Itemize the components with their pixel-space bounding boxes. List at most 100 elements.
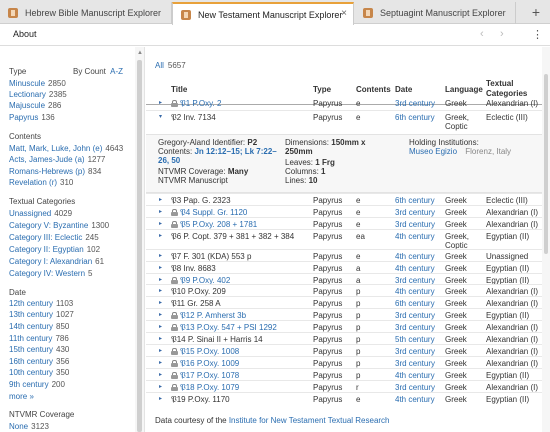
table-row[interactable]: ▸ 𝔓10 P.Oxy. 209 Papyrus p 4th century Greek A… bbox=[146, 284, 542, 296]
facet-type-lectionary[interactable]: Lectionary 2385 bbox=[9, 90, 67, 99]
sort-a-z[interactable]: A-Z bbox=[110, 67, 123, 76]
date-cell[interactable]: 4th century bbox=[395, 252, 435, 261]
manuscript-title[interactable]: 𝔓2 Inv. 7134 bbox=[171, 113, 216, 123]
facet-date-10th[interactable]: 10th century 350 bbox=[9, 368, 69, 377]
table-row[interactable]: ▸ 𝔓13 P.Oxy. 547 + PSI 1292 Papyrus p 3rd ce… bbox=[146, 320, 542, 332]
date-cell[interactable]: 3rd century bbox=[395, 208, 435, 217]
all-link[interactable]: All bbox=[155, 61, 164, 70]
expand-icon[interactable]: ▸ bbox=[159, 335, 162, 342]
facet-category-eclectic[interactable]: Category III: Eclectic 245 bbox=[9, 233, 99, 242]
expand-icon[interactable]: ▸ bbox=[159, 287, 162, 294]
expand-icon[interactable]: ▸ bbox=[159, 323, 162, 330]
date-cell[interactable]: 4th century bbox=[395, 371, 435, 380]
col-title[interactable]: Title bbox=[171, 85, 187, 94]
table-row[interactable]: ▸ 𝔓9 P.Oxy. 402 Papyrus a 3rd century Greek Eg… bbox=[146, 272, 542, 285]
date-cell[interactable]: 3rd century bbox=[395, 359, 435, 368]
facet-category-western[interactable]: Category IV: Western 5 bbox=[9, 269, 92, 278]
more-options-icon[interactable]: ⋮ bbox=[532, 28, 543, 41]
facet-type-majuscule[interactable]: Majuscule 286 bbox=[9, 101, 61, 110]
facet-coverage-none[interactable]: None 3123 bbox=[9, 422, 49, 431]
date-cell[interactable]: 4th century bbox=[395, 287, 435, 296]
facet-date-14th[interactable]: 14th century 850 bbox=[9, 322, 69, 331]
expand-icon[interactable]: ▸ bbox=[159, 299, 162, 306]
date-cell[interactable]: 3rd century bbox=[395, 220, 435, 229]
museum-link[interactable]: Museo Egizio bbox=[409, 147, 457, 156]
all-filter[interactable]: All 5657 bbox=[155, 61, 186, 70]
table-row[interactable]: ▸ 𝔓6 P. Copt. 379 + 381 + 382 + 384 Papyru… bbox=[146, 228, 542, 250]
forward-icon[interactable]: › bbox=[500, 28, 504, 40]
table-row[interactable]: ▸ 𝔓5 P.Oxy. 208 + 1781 Papyrus e 3rd century… bbox=[146, 216, 542, 229]
expand-icon[interactable]: ▸ bbox=[159, 264, 162, 271]
manuscript-title[interactable]: 𝔓19 P.Oxy. 1170 bbox=[171, 395, 230, 405]
col-date[interactable]: Date bbox=[395, 85, 412, 94]
facet-date-15th[interactable]: 15th century 430 bbox=[9, 345, 69, 354]
table-row[interactable]: ▸ 𝔓19 P.Oxy. 1170 Papyrus e 4th century Greek… bbox=[146, 391, 542, 405]
expand-icon[interactable]: ▸ bbox=[159, 311, 162, 318]
expand-icon[interactable]: ▸ bbox=[159, 208, 162, 215]
table-row[interactable]: ▸ 𝔓1 P.Oxy. 2 Papyrus e 3rd century Gree… bbox=[146, 97, 542, 110]
table-row[interactable]: ▸ 𝔓12 P. Amherst 3b Papyrus p 3rd century Gre… bbox=[146, 308, 542, 320]
facet-category-alexandrian[interactable]: Category I: Alexandrian 61 bbox=[9, 257, 104, 266]
facet-date-11th[interactable]: 11th century 786 bbox=[9, 334, 69, 343]
facet-date-9th[interactable]: 9th century 200 bbox=[9, 380, 65, 389]
back-icon[interactable]: ‹ bbox=[480, 28, 484, 40]
expand-icon[interactable]: ▸ bbox=[159, 276, 162, 283]
close-icon[interactable]: × bbox=[341, 8, 347, 19]
facet-type-minuscule[interactable]: Minuscule 2850 bbox=[9, 79, 66, 88]
date-cell[interactable]: 3rd century bbox=[395, 323, 435, 332]
date-cell[interactable]: 3rd century bbox=[395, 276, 435, 285]
tab-new-testament[interactable]: New Testament Manuscript Explorer × bbox=[172, 2, 354, 25]
table-row[interactable]: ▸ 𝔓15 P.Oxy. 1008 Papyrus p 3rd century Greek… bbox=[146, 343, 542, 356]
more-dates-link[interactable]: more » bbox=[9, 392, 34, 401]
col-textual-categories[interactable]: Textual Categories bbox=[486, 79, 540, 99]
facet-contents-acts[interactable]: Acts, James-Jude (a) 1277 bbox=[9, 155, 105, 164]
table-row[interactable]: ▸ 𝔓4 Suppl. Gr. 1120 Papyrus e 3rd century Gr… bbox=[146, 204, 542, 217]
table-row[interactable]: ▸ 𝔓14 P. Sinai II + Harris 14 Papyrus p 5th … bbox=[146, 332, 542, 344]
about-menu[interactable]: About bbox=[13, 29, 37, 39]
facet-category-unassigned[interactable]: Unassigned 4029 bbox=[9, 209, 72, 218]
date-cell[interactable]: 6th century bbox=[395, 196, 435, 205]
facet-category-egyptian[interactable]: Category II: Egyptian 102 bbox=[9, 245, 100, 254]
date-cell[interactable]: 4th century bbox=[395, 264, 435, 273]
expand-icon[interactable]: ▸ bbox=[159, 252, 162, 259]
facet-contents-romans[interactable]: Romans-Hebrews (p) 834 bbox=[9, 167, 101, 176]
col-type[interactable]: Type bbox=[313, 85, 331, 94]
date-cell[interactable]: 4th century bbox=[395, 395, 435, 404]
date-cell[interactable]: 6th century bbox=[395, 299, 435, 308]
facet-contents-gospels[interactable]: Matt, Mark, Luke, John (e) 4643 bbox=[9, 144, 123, 153]
table-row[interactable]: ▸ 𝔓16 P.Oxy. 1009 Papyrus p 3rd century Greek… bbox=[146, 355, 542, 368]
sidebar-scrollbar[interactable]: ▲ bbox=[135, 47, 144, 432]
expand-icon[interactable]: ▸ bbox=[159, 232, 162, 239]
date-cell[interactable]: 3rd century bbox=[395, 347, 435, 356]
tab-septuagint[interactable]: Septuagint Manuscript Explorer bbox=[355, 2, 516, 24]
expand-icon[interactable]: ▸ bbox=[159, 220, 162, 227]
expand-icon[interactable]: ▸ bbox=[159, 371, 162, 378]
expand-icon[interactable]: ▸ bbox=[159, 99, 162, 106]
scroll-up-icon[interactable]: ▲ bbox=[137, 50, 143, 56]
table-row[interactable]: ▸ 𝔓7 F. 301 (KDA) 553 p Papyrus e 4th centur… bbox=[146, 248, 542, 261]
date-cell[interactable]: 3rd century bbox=[395, 383, 435, 392]
facet-date-12th[interactable]: 12th century 1103 bbox=[9, 299, 73, 308]
tab-hebrew-bible[interactable]: Hebrew Bible Manuscript Explorer bbox=[0, 2, 172, 24]
date-cell[interactable]: 3rd century bbox=[395, 311, 435, 320]
scrollbar-thumb[interactable] bbox=[544, 74, 548, 254]
facet-contents-revelation[interactable]: Revelation (r) 310 bbox=[9, 178, 73, 187]
table-row[interactable]: ▸ 𝔓18 P.Oxy. 1079 Papyrus r 3rd century Greek… bbox=[146, 379, 542, 392]
results-scrollbar[interactable] bbox=[542, 47, 550, 432]
table-row[interactable]: ▸ 𝔓3 Pap. G. 2323 Papyrus e 6th century Greek… bbox=[146, 193, 542, 205]
manuscript-title[interactable]: 𝔓1 P.Oxy. 2 bbox=[171, 99, 221, 109]
date-cell[interactable]: 5th century bbox=[395, 335, 435, 344]
expand-icon[interactable]: ▸ bbox=[159, 395, 162, 402]
table-row[interactable]: ▸ 𝔓17 P.Oxy. 1078 Papyrus p 4th century Greek… bbox=[146, 367, 542, 380]
facet-type-papyrus[interactable]: Papyrus 136 bbox=[9, 113, 55, 122]
date-cell[interactable]: 4th century bbox=[395, 232, 435, 241]
col-language[interactable]: Language bbox=[445, 85, 483, 94]
expand-icon[interactable]: ▸ bbox=[159, 196, 162, 203]
date-cell[interactable]: 3rd century bbox=[395, 99, 435, 108]
facet-date-13th[interactable]: 13th century 1027 bbox=[9, 310, 74, 319]
manuscript-title[interactable]: 𝔓6 P. Copt. 379 + 381 + 382 + 384 bbox=[171, 232, 294, 242]
facet-date-16th[interactable]: 16th century 356 bbox=[9, 357, 69, 366]
table-row-expanded[interactable]: ▾ 𝔓2 Inv. 7134 Papyrus e 6th century Gre… bbox=[146, 110, 542, 132]
col-contents[interactable]: Contents bbox=[356, 85, 391, 94]
add-tab-icon[interactable]: + bbox=[522, 0, 550, 24]
